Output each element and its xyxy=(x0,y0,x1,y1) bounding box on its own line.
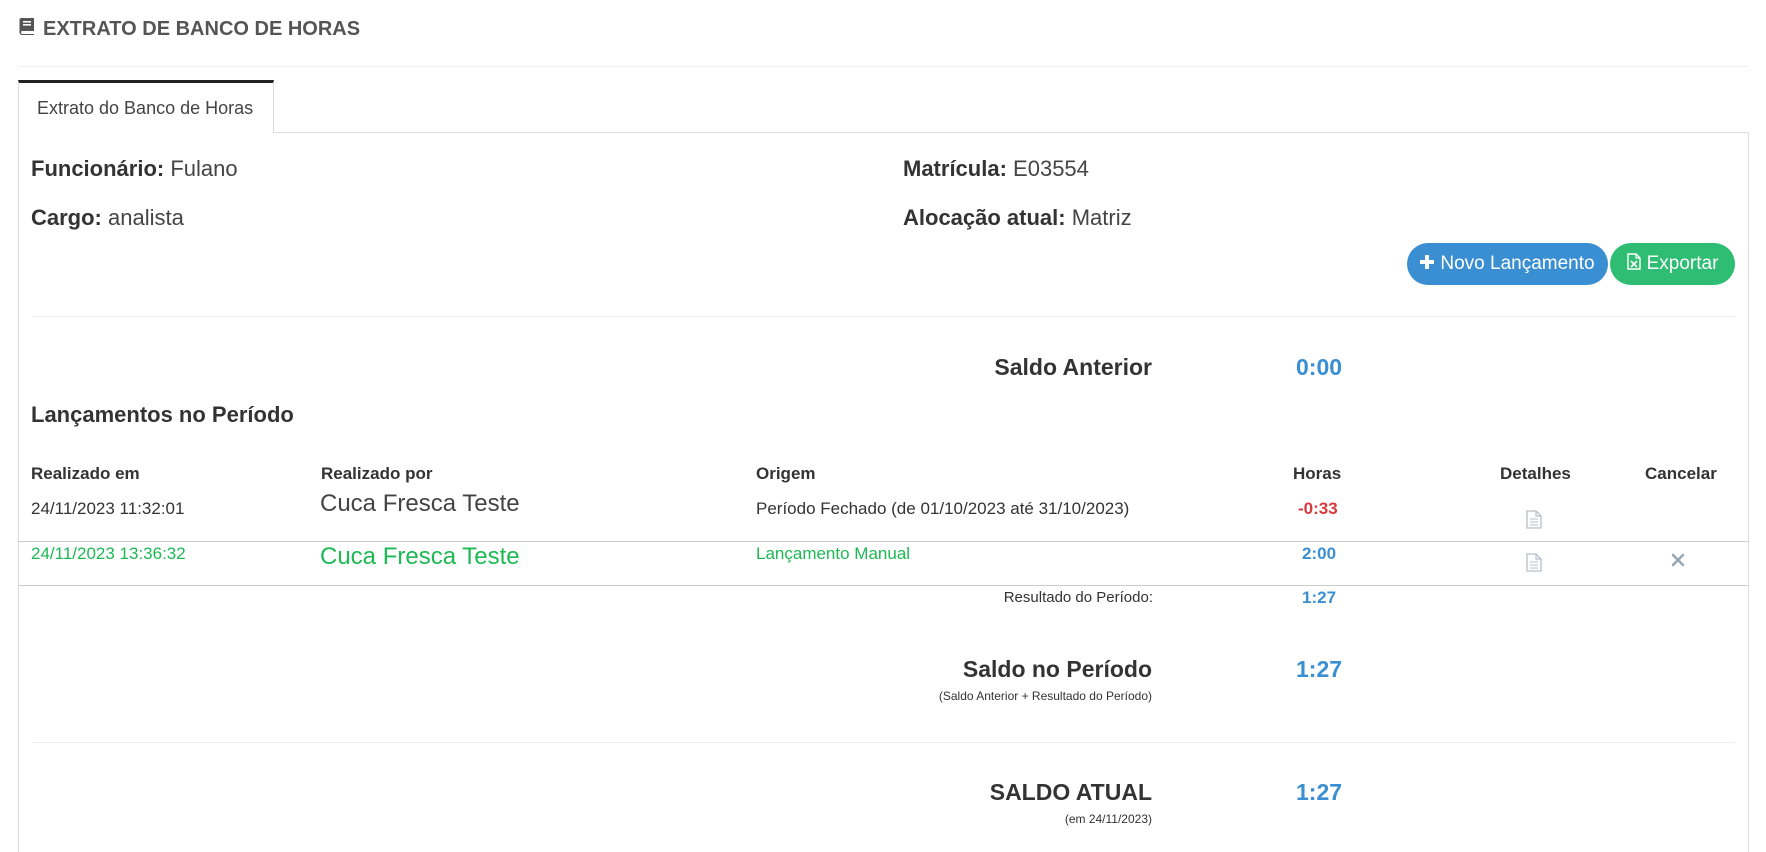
resultado-periodo-label: Resultado do Período: xyxy=(1003,589,1153,606)
row2-realizado-por: Cuca Fresca Teste xyxy=(320,543,520,570)
lancamentos-title: Lançamentos no Período xyxy=(31,402,294,427)
saldo-anterior-value: 0:00 xyxy=(1296,354,1343,380)
saldo-periodo-label: Saldo no Período xyxy=(962,656,1152,682)
col-realizado-em: Realizado em xyxy=(31,464,140,483)
matricula-value: E03554 xyxy=(1013,156,1089,181)
row1-details-button[interactable] xyxy=(1526,510,1542,534)
row-divider xyxy=(18,585,1749,586)
saldo-periodo-value: 1:27 xyxy=(1296,656,1343,682)
saldo-anterior-label: Saldo Anterior xyxy=(994,354,1152,380)
col-origem: Origem xyxy=(756,464,816,483)
exportar-label: Exportar xyxy=(1646,253,1719,274)
alocacao-value: Matriz xyxy=(1071,205,1132,230)
matricula-label: Matrícula: xyxy=(903,156,1007,181)
alocacao-info: Alocação atual: Matriz xyxy=(903,205,1132,231)
row1-data: 24/11/2023 11:32:01 xyxy=(31,499,185,518)
row2-details-button[interactable] xyxy=(1526,553,1542,577)
row1-origem: Período Fechado (de 01/10/2023 até 31/10… xyxy=(756,499,1130,518)
row2-horas: 2:00 xyxy=(1302,544,1337,563)
row2-cancel-button[interactable] xyxy=(1671,550,1685,573)
cargo-info: Cargo: analista xyxy=(31,205,184,231)
funcionario-label: Funcionário: xyxy=(31,156,165,181)
saldo-atual-label: SALDO ATUAL xyxy=(989,779,1152,805)
page-title: EXTRATO DE BANCO DE HORAS xyxy=(18,17,360,42)
col-realizado-por: Realizado por xyxy=(321,464,433,483)
exportar-button[interactable]: Exportar xyxy=(1610,243,1735,285)
matricula-info: Matrícula: E03554 xyxy=(903,156,1089,182)
plus-icon xyxy=(1420,253,1435,275)
row-divider xyxy=(18,541,1749,542)
novo-lancamento-label: Novo Lançamento xyxy=(1440,253,1595,274)
tab-panel xyxy=(18,132,1749,852)
section-divider xyxy=(32,316,1735,317)
cargo-label: Cargo: xyxy=(31,205,102,230)
saldo-periodo-sublabel: (Saldo Anterior + Resultado do Período) xyxy=(938,689,1152,703)
funcionario-value: Fulano xyxy=(170,156,238,181)
tab-extrato-label[interactable]: Extrato do Banco de Horas xyxy=(37,98,253,119)
cargo-value: analista xyxy=(108,205,184,230)
col-horas: Horas xyxy=(1293,464,1342,483)
col-detalhes: Detalhes xyxy=(1500,464,1571,483)
alocacao-label: Alocação atual: xyxy=(903,205,1066,230)
close-icon xyxy=(1671,553,1685,567)
resultado-periodo-value: 1:27 xyxy=(1302,588,1337,607)
row1-horas: -0:33 xyxy=(1298,499,1338,518)
row2-data: 24/11/2023 13:36:32 xyxy=(31,544,186,563)
col-cancelar: Cancelar xyxy=(1645,464,1717,483)
page-title-text: EXTRATO DE BANCO DE HORAS xyxy=(43,18,361,40)
section-divider xyxy=(32,742,1735,743)
row2-origem: Lançamento Manual xyxy=(756,544,911,563)
book-icon xyxy=(18,17,35,42)
funcionario-info: Funcionário: Fulano xyxy=(31,156,238,182)
document-icon xyxy=(1526,510,1542,529)
novo-lancamento-button[interactable]: Novo Lançamento xyxy=(1407,243,1608,285)
document-icon xyxy=(1526,553,1542,572)
title-divider xyxy=(18,66,1748,67)
row1-realizado-por: Cuca Fresca Teste xyxy=(320,490,520,517)
saldo-atual-value: 1:27 xyxy=(1296,779,1343,805)
saldo-atual-sublabel: (em 24/11/2023) xyxy=(1064,812,1152,826)
excel-file-icon xyxy=(1626,252,1641,276)
